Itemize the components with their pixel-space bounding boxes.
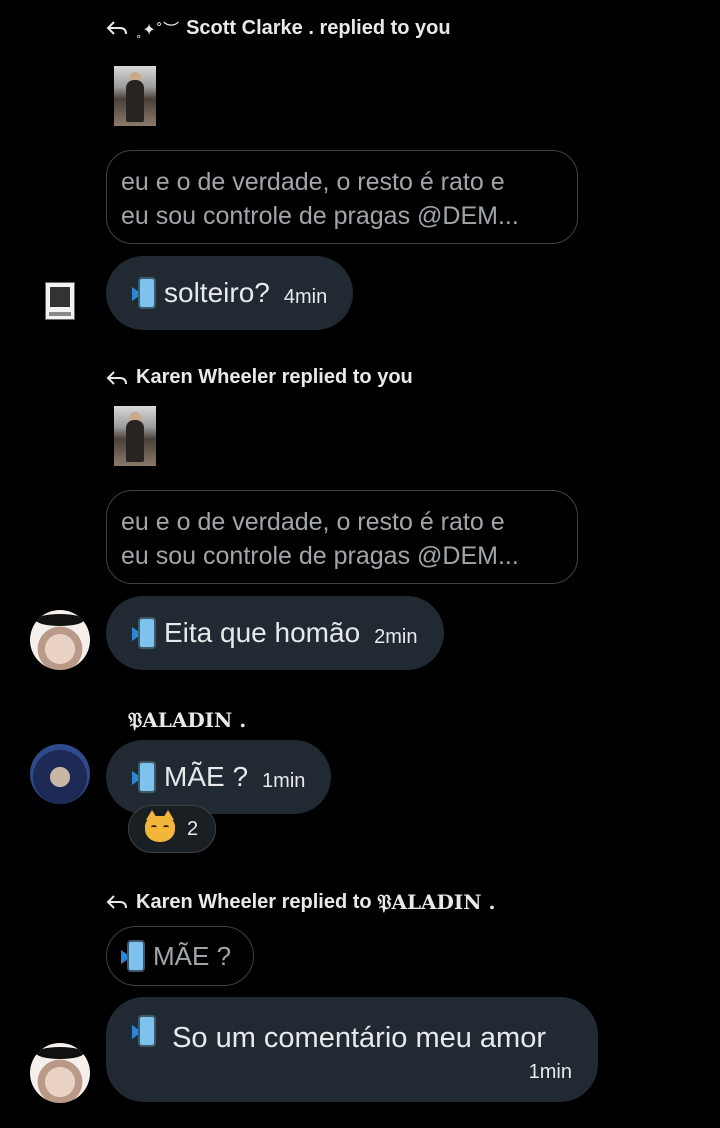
quote-line-2: eu sou controle de pragas @DEM... bbox=[121, 202, 519, 230]
message-text: MÃE ? bbox=[164, 761, 249, 792]
sender-name[interactable]: 𝔓ALADIN . bbox=[128, 708, 246, 732]
quote-line-2: eu sou controle de pragas @DEM... bbox=[121, 542, 519, 570]
reply-author[interactable]: Karen Wheeler bbox=[136, 891, 276, 914]
reaction-pill[interactable]: 2 bbox=[128, 805, 216, 853]
message-bubble[interactable]: solteiro? 4min bbox=[106, 256, 354, 330]
reply-arrow-icon bbox=[106, 21, 127, 35]
quoted-image-thumbnail[interactable] bbox=[114, 406, 156, 466]
phone-arrow-emoji bbox=[132, 1015, 158, 1047]
crying-cat-icon bbox=[145, 810, 175, 842]
phone-arrow-emoji bbox=[132, 277, 158, 309]
avatar-karen[interactable] bbox=[30, 610, 90, 670]
reply-suffix: replied to bbox=[281, 890, 372, 913]
message-text: Eita que homão bbox=[164, 617, 361, 648]
message-bubble[interactable]: Eita que homão 2min bbox=[106, 596, 444, 670]
message-time: 1min bbox=[262, 769, 306, 792]
quoted-message[interactable]: eu e o de verdade, o resto é rato e eu s… bbox=[106, 150, 578, 244]
avatar-paladin[interactable] bbox=[30, 744, 90, 804]
reaction-count: 2 bbox=[187, 817, 199, 840]
reply-arrow-icon bbox=[106, 370, 127, 385]
reply-arrow-icon bbox=[106, 895, 127, 909]
message-text: So um comentário meu amor bbox=[172, 1022, 546, 1054]
quote-line-1: eu e o de verdade, o resto é rato e bbox=[121, 508, 505, 536]
message-text: solteiro? bbox=[164, 277, 270, 308]
reply-author[interactable]: Karen Wheeler bbox=[136, 366, 276, 389]
message-time: 1min bbox=[528, 1061, 572, 1083]
reply-header-karen-to-paladin[interactable]: Karen Wheeler replied to 𝔓ALADIN . bbox=[106, 890, 495, 914]
quoted-image-thumbnail[interactable] bbox=[114, 66, 156, 126]
phone-arrow-emoji bbox=[132, 761, 158, 793]
phone-arrow-emoji bbox=[121, 940, 147, 972]
avatar-scott[interactable] bbox=[45, 282, 75, 320]
reply-header-karen[interactable]: Karen Wheeler replied to you bbox=[106, 366, 413, 389]
message-time: 4min bbox=[283, 285, 328, 308]
reply-suffix: replied to you bbox=[319, 16, 451, 39]
avatar-karen[interactable] bbox=[30, 1043, 90, 1103]
phone-arrow-emoji bbox=[132, 617, 158, 649]
message-bubble[interactable]: So um comentário meu amor 1min bbox=[106, 997, 598, 1102]
reply-suffix: replied to you bbox=[281, 366, 413, 388]
quoted-message[interactable]: eu e o de verdade, o resto é rato e eu s… bbox=[106, 490, 578, 584]
quote-text: MÃE ? bbox=[153, 940, 232, 971]
quoted-message[interactable]: MÃE ? bbox=[106, 926, 254, 986]
message-time: 2min bbox=[374, 625, 418, 648]
quote-line-1: eu e o de verdade, o resto é rato e bbox=[121, 168, 505, 196]
reply-header-scott[interactable]: ˳✦˚︶ Scott Clarke . replied to you bbox=[106, 16, 451, 40]
sparkle-decoration: ˳✦˚︶ bbox=[136, 22, 181, 39]
message-bubble[interactable]: MÃE ? 1min bbox=[106, 740, 332, 814]
reply-target[interactable]: 𝔓ALADIN . bbox=[377, 890, 495, 914]
reply-author[interactable]: Scott Clarke . bbox=[186, 17, 314, 40]
